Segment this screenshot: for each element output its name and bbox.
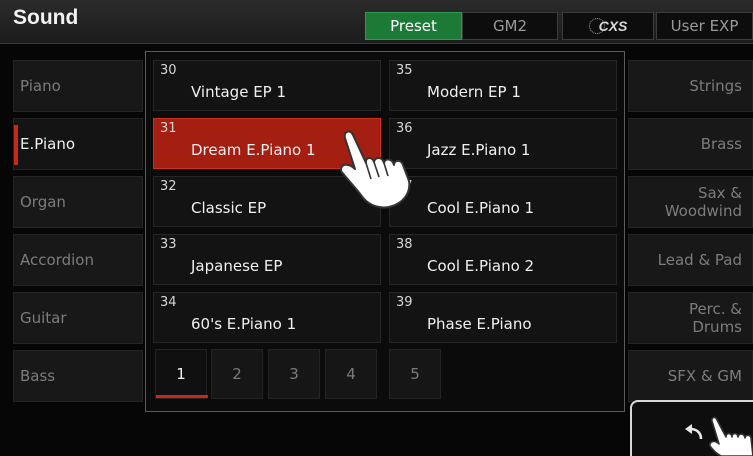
return-arrow-icon: [685, 424, 703, 440]
tab-gm2[interactable]: GM2: [462, 12, 558, 40]
voice-name: Modern EP 1: [427, 83, 521, 101]
tab-label: Preset: [390, 17, 437, 35]
voice-item[interactable]: 35 Modern EP 1: [389, 60, 617, 111]
category-label-line2: Woodwind: [664, 202, 742, 220]
tab-cxs[interactable]: CXS: [562, 12, 654, 40]
page-button-2[interactable]: 2: [211, 349, 263, 399]
category-label: SFX & GM: [667, 367, 742, 385]
tab-preset[interactable]: Preset: [365, 12, 462, 40]
page-number: 1: [176, 365, 186, 383]
category-bass[interactable]: Bass: [13, 350, 143, 402]
voice-number: 34: [160, 295, 177, 310]
page-button-1[interactable]: 1: [155, 349, 208, 399]
voice-name: Jazz E.Piano 1: [427, 141, 531, 159]
voice-number: 35: [396, 63, 413, 78]
tab-label: GM2: [492, 17, 528, 35]
voice-item[interactable]: 39 Phase E.Piano: [389, 292, 617, 343]
page-number: 2: [232, 365, 242, 383]
category-strings[interactable]: Strings: [628, 60, 753, 112]
category-label: Sax &: [697, 184, 742, 202]
pointing-hand-icon: [709, 416, 753, 456]
category-piano[interactable]: Piano: [13, 60, 143, 112]
voice-name: 60's E.Piano 1: [191, 315, 297, 333]
category-label-line2: Drums: [692, 318, 742, 336]
page-button-3[interactable]: 3: [268, 349, 320, 399]
page-number: 3: [289, 365, 299, 383]
voice-item[interactable]: 37Cool E.Piano 1: [389, 176, 617, 227]
category-sfx-gm[interactable]: SFX & GM: [628, 350, 753, 402]
category-label: Guitar: [20, 309, 67, 327]
category-accordion[interactable]: Accordion: [13, 234, 143, 286]
voice-number: 30: [160, 63, 177, 78]
pointing-hand-icon: [339, 130, 411, 209]
category-guitar[interactable]: Guitar: [13, 292, 143, 344]
tab-user-exp[interactable]: User EXP: [656, 12, 753, 40]
category-lead-pad[interactable]: Lead & Pad: [628, 234, 753, 286]
voice-name: Cool E.Piano 2: [427, 257, 535, 275]
tab-label: User EXP: [670, 17, 739, 35]
category-perc-drums[interactable]: Perc. & Drums: [628, 292, 753, 344]
category-label: Accordion: [20, 251, 94, 269]
category-label: Perc. &: [688, 300, 742, 318]
voice-number: 38: [396, 237, 413, 252]
voice-name: Vintage EP 1: [191, 83, 287, 101]
page-number: 4: [346, 365, 356, 383]
voice-number: 32: [160, 179, 177, 194]
voice-item[interactable]: 30 Vintage EP 1: [153, 60, 381, 111]
category-label: Brass: [700, 135, 742, 153]
voice-item[interactable]: 33 Japanese EP: [153, 234, 381, 285]
category-label: Piano: [20, 77, 61, 95]
voice-number: 33: [160, 237, 177, 252]
voice-number: 39: [396, 295, 413, 310]
voice-item[interactable]: 34 60's E.Piano 1: [153, 292, 381, 343]
voice-item[interactable]: 38 Cool E.Piano 2: [389, 234, 617, 285]
voice-number: 31: [160, 121, 177, 136]
category-label: E.Piano: [20, 135, 76, 153]
category-e-piano[interactable]: E.Piano: [13, 118, 143, 170]
selected-indicator: [14, 125, 18, 165]
category-label: Organ: [20, 193, 66, 211]
category-label: Lead & Pad: [657, 251, 742, 269]
voice-name: Cool E.Piano 1: [427, 199, 535, 217]
page-title: Sound: [13, 6, 79, 29]
category-label: Strings: [689, 77, 742, 95]
page-button-5[interactable]: 5: [389, 349, 441, 399]
voice-name: Japanese EP: [191, 257, 283, 275]
page-number: 5: [410, 365, 420, 383]
tab-label: CXS: [598, 18, 628, 34]
category-label: Bass: [20, 367, 56, 385]
page-button-4[interactable]: 4: [325, 349, 377, 399]
current-page-indicator: [156, 395, 208, 398]
category-sax-woodwind[interactable]: Sax & Woodwind: [628, 176, 753, 228]
voice-name: Dream E.Piano 1: [191, 141, 316, 159]
voice-name: Phase E.Piano: [427, 315, 532, 333]
category-organ[interactable]: Organ: [13, 176, 143, 228]
voice-item[interactable]: 36 Jazz E.Piano 1: [389, 118, 617, 169]
category-brass[interactable]: Brass: [628, 118, 753, 170]
voice-name: Classic EP: [191, 199, 267, 217]
